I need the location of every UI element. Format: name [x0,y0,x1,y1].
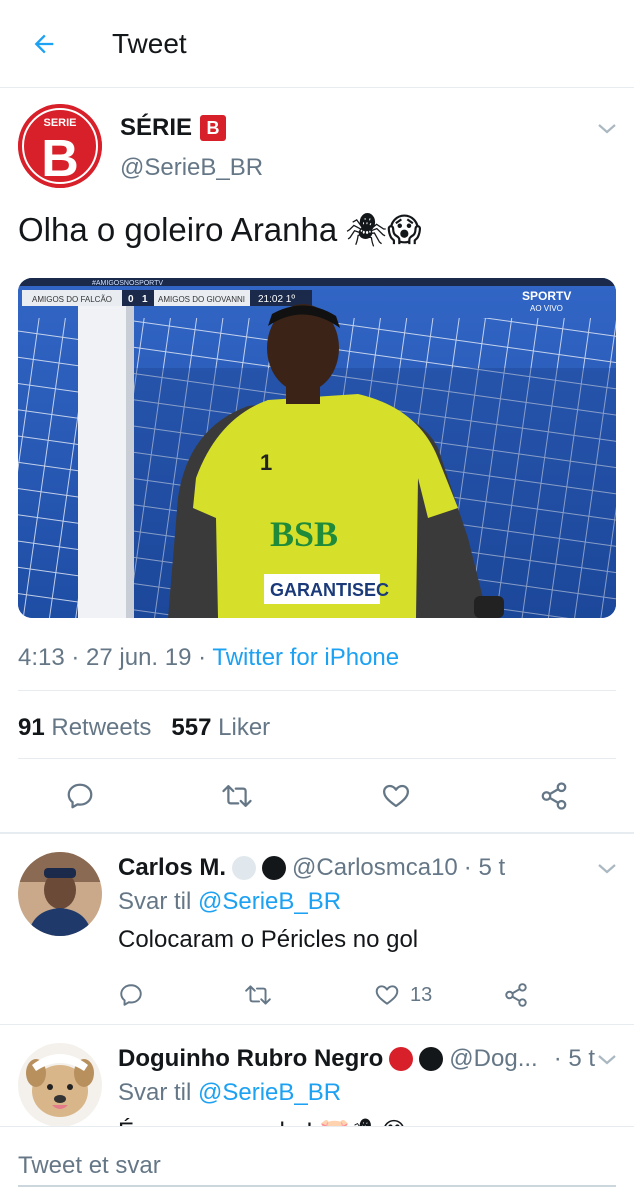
reply-avatar[interactable] [18,852,102,936]
reply-retweet-button[interactable] [244,980,272,1010]
heart-icon [383,784,409,808]
reply-avatar[interactable] [18,1043,102,1127]
tweet-media-image[interactable]: #AMIGOSNOSPORTV AMIGOS DO FALCÃO 0 1 AMI… [18,278,616,618]
reply-to-line: Svar til @SerieB_BR [118,888,341,916]
author-avatar[interactable]: SERIE B [18,104,102,188]
media-channel-live: AO VIVO [530,304,563,313]
retweet-icon [222,785,252,807]
reply-compose-bar [0,1126,634,1200]
comment-icon [120,984,142,1006]
tweet-source-link[interactable]: Twitter for iPhone [212,644,399,671]
reply-header: Doguinho Rubro Negro @Dog... · 5 t [118,1045,595,1073]
avatar-serie-text: SERIE [43,117,76,129]
chevron-down-icon [598,864,616,874]
tweet-actions [0,778,634,828]
like-button[interactable] [378,778,414,814]
reply-author-handle[interactable]: @Dog... [449,1045,537,1073]
reply-button[interactable] [62,778,98,814]
red-circle-icon [389,1047,414,1071]
tweet-stats: 91 Retweets 557 Liker [18,714,270,742]
tweet-text-body: Olha o goleiro Aranha [18,211,338,248]
media-shirt-number: 1 [260,450,272,475]
reply-like-button[interactable]: 13 [374,980,432,1010]
media-channel-logo: SPORTV [522,289,571,303]
reply-compose-input[interactable] [18,1147,616,1187]
likes-stat[interactable]: 557 Liker [171,714,270,742]
black-circle-icon [262,856,287,880]
share-button[interactable] [536,778,572,814]
media-score-away: 1 [142,294,148,305]
share-icon [541,782,567,810]
reply-to-prefix: Svar til [118,1079,199,1106]
comment-icon [67,783,93,809]
divider [18,758,616,759]
reply-share-button[interactable] [503,980,529,1010]
retweets-count: 91 [18,714,45,741]
media-banner: #AMIGOSNOSPORTV [92,280,163,287]
top-bar: Tweet [0,0,634,88]
reply-to-line: Svar til @SerieB_BR [118,1079,341,1107]
media-shirt-sponsor2: GARANTISEC [270,580,389,600]
retweet-icon [245,985,271,1005]
share-icon [505,983,527,1007]
media-team-away: AMIGOS DO GIOVANNI [158,295,245,304]
author-handle[interactable]: @SerieB_BR [120,154,263,182]
black-circle-icon [419,1047,444,1071]
reply-text: Colocaram o Péricles no gol [118,926,419,953]
reply-like-count: 13 [410,983,433,1006]
tweet-emoji: 🕷😱 [345,210,422,249]
author-name[interactable]: SÉRIE B [120,114,227,142]
media-clock: 21:02 1º [258,294,295,305]
reply-to-prefix: Svar til [118,888,199,915]
tweet-meta: 4:13 · 27 jun. 19 · Twitter for iPhone [18,644,399,672]
section-divider [0,832,634,834]
reply-comment-button[interactable] [118,980,144,1010]
white-circle-icon [232,856,257,880]
tweet-menu-caret[interactable] [596,120,620,140]
serie-b-badge: B [200,115,227,141]
tweet-timestamp: 4:13 · 27 jun. 19 · [18,644,213,671]
reply-menu-caret[interactable] [596,860,618,878]
reply-author-name[interactable]: Doguinho Rubro Negro [118,1045,383,1073]
tweet-text: Olha o goleiro Aranha 🕷😱 [18,210,422,250]
reply-author-name[interactable]: Carlos M. [118,854,226,882]
media-shirt-sponsor: BSB [270,514,338,554]
likes-label: Liker [218,714,271,741]
reply-timestamp: · 5 t [553,1045,596,1072]
avatar-b-letter: B [41,130,79,188]
media-score-home: 0 [128,294,134,305]
page-title: Tweet [112,28,187,59]
reply-menu-caret[interactable] [596,1051,618,1069]
chevron-down-icon [598,1055,616,1065]
retweet-button[interactable] [219,778,255,814]
heart-icon [375,985,399,1005]
retweets-stat[interactable]: 91 Retweets [18,714,151,742]
reply-header: Carlos M. @Carlosmca10 · 5 t [118,854,505,882]
chevron-down-icon [598,124,616,134]
retweets-label: Retweets [51,714,152,741]
back-button[interactable] [26,26,62,62]
likes-count: 557 [171,714,212,741]
reply-to-mention[interactable]: @SerieB_BR [198,888,341,915]
divider [0,1024,634,1025]
divider [18,690,616,691]
author-name-text: SÉRIE [120,114,193,141]
reply-to-mention[interactable]: @SerieB_BR [198,1079,341,1106]
media-team-home: AMIGOS DO FALCÃO [32,295,112,304]
reply-timestamp: · 5 t [463,854,506,881]
back-arrow-icon [34,34,54,54]
reply-author-handle[interactable]: @Carlosmca10 [292,854,458,882]
